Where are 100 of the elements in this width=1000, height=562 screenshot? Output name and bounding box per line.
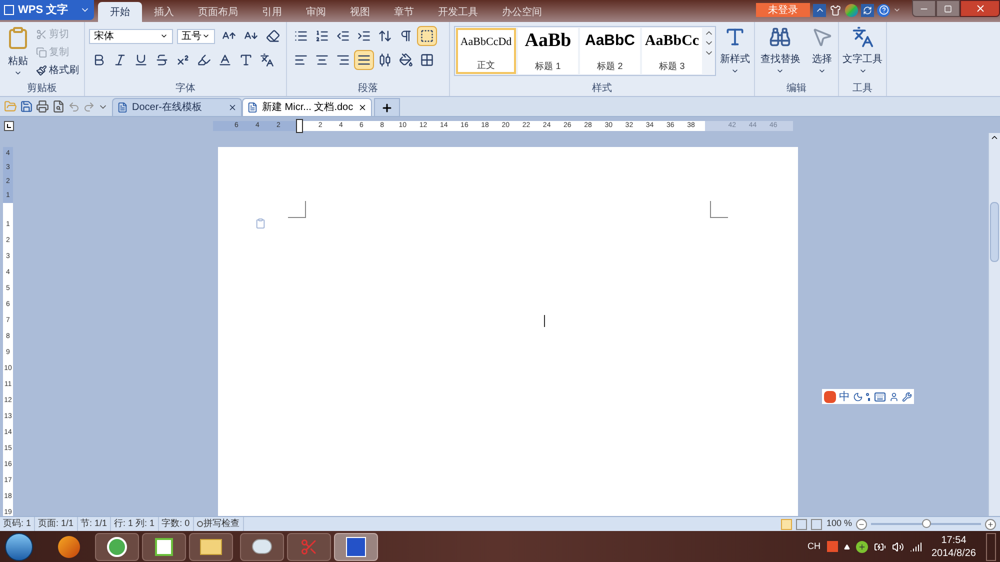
decrease-indent-icon bbox=[336, 29, 350, 43]
group-label: 工具 bbox=[852, 82, 872, 96]
close-icon bbox=[358, 103, 367, 112]
document-icon bbox=[117, 102, 128, 113]
zoom-out-icon[interactable] bbox=[856, 518, 867, 530]
web-view-icon[interactable] bbox=[811, 518, 822, 530]
bullet-list-icon bbox=[294, 29, 308, 43]
pilcrow-icon bbox=[399, 29, 413, 43]
ribbon-tab[interactable]: 页面布局 bbox=[186, 2, 250, 22]
keyboard-icon bbox=[874, 390, 886, 402]
text-tools-button[interactable]: 文字工具 bbox=[842, 26, 882, 75]
sort-icon bbox=[378, 29, 392, 43]
zoom-slider-thumb[interactable] bbox=[922, 519, 931, 528]
ribbon-tab[interactable]: 视图 bbox=[338, 2, 382, 22]
shirt-icon[interactable] bbox=[829, 4, 842, 16]
caret-icon bbox=[731, 67, 739, 75]
clock-date[interactable]: 2014/8/26 bbox=[932, 546, 976, 560]
zoom-percentage[interactable]: 100 % bbox=[826, 517, 852, 531]
plus-circle-tray-icon[interactable] bbox=[856, 540, 868, 552]
ribbon-tab[interactable]: 办公空间 bbox=[490, 2, 554, 22]
group-label: 剪贴板 bbox=[27, 82, 57, 96]
highlighter-icon bbox=[197, 53, 211, 67]
margin-corner-mark bbox=[288, 201, 306, 218]
new-tab-button[interactable] bbox=[374, 98, 400, 116]
document-tab[interactable]: Docer-在线模板 bbox=[112, 98, 242, 116]
font-name-field[interactable]: 宋体 bbox=[89, 28, 173, 44]
character-shading-icon bbox=[239, 53, 253, 67]
find-replace-button[interactable]: 查找替换 bbox=[760, 26, 800, 75]
outline-view-icon[interactable] bbox=[796, 518, 808, 530]
refresh-icon[interactable] bbox=[861, 4, 874, 16]
caret-icon bbox=[160, 32, 168, 40]
battery-icon[interactable] bbox=[874, 540, 886, 552]
ribbon-tab[interactable]: 引用 bbox=[250, 2, 294, 22]
ribbon-tab[interactable]: 开始 bbox=[98, 2, 142, 22]
align-button[interactable] bbox=[354, 50, 374, 70]
paste-button[interactable]: 粘贴 bbox=[0, 26, 36, 81]
speaker-icon[interactable] bbox=[892, 540, 904, 552]
style-item[interactable]: AaBbCc 标题 3 bbox=[642, 28, 702, 74]
help-icon[interactable] bbox=[877, 4, 890, 16]
ribbon-tab[interactable]: 章节 bbox=[382, 2, 426, 22]
align-icon bbox=[378, 53, 392, 67]
ime-toolbar[interactable]: 中 bbox=[822, 389, 914, 404]
collapse-icon[interactable] bbox=[813, 4, 826, 16]
show-desktop-button[interactable] bbox=[986, 532, 996, 560]
show-hidden-icons[interactable] bbox=[844, 544, 850, 550]
text-tools-icon bbox=[852, 26, 874, 48]
align-icon bbox=[294, 53, 308, 67]
tab-stop-icon[interactable] bbox=[4, 121, 14, 131]
group-label: 字体 bbox=[176, 82, 196, 96]
align-icon bbox=[336, 53, 350, 67]
zoom-in-icon[interactable] bbox=[985, 518, 996, 530]
show-marks-button[interactable] bbox=[417, 26, 437, 46]
caret-icon bbox=[14, 69, 22, 77]
caret-icon bbox=[202, 32, 210, 40]
caret-icon[interactable] bbox=[893, 6, 901, 14]
input-mode[interactable]: 中 bbox=[839, 390, 850, 402]
scroll-up-icon bbox=[990, 133, 999, 142]
font-size-field[interactable]: 五号 bbox=[176, 28, 216, 44]
vertical-scrollbar[interactable] bbox=[988, 133, 1000, 516]
close-button[interactable] bbox=[960, 0, 1000, 17]
start-button-icon[interactable] bbox=[5, 532, 33, 560]
folder-app-icon[interactable] bbox=[189, 532, 233, 560]
new-style-button[interactable]: 新样式 bbox=[720, 26, 750, 75]
group-label: 段落 bbox=[358, 82, 378, 96]
font-color-icon bbox=[218, 53, 232, 67]
moon-icon bbox=[853, 392, 863, 402]
clock-time[interactable]: 17:54 bbox=[941, 534, 966, 546]
paintbrush-icon bbox=[36, 64, 47, 76]
italic-icon bbox=[113, 53, 127, 67]
style-item[interactable]: AaBbCcDd 正文 bbox=[456, 28, 516, 74]
language-indicator[interactable]: CH bbox=[808, 540, 820, 554]
ribbon-tab[interactable]: 插入 bbox=[142, 2, 186, 22]
binoculars-icon bbox=[769, 26, 792, 48]
app-logo-icon bbox=[4, 5, 14, 15]
style-item[interactable]: AaBbC 标题 2 bbox=[580, 28, 640, 74]
close-icon bbox=[974, 3, 986, 14]
align-icon bbox=[315, 53, 329, 67]
punctuation-icon bbox=[866, 392, 871, 400]
ribbon-tab[interactable]: 开发工具 bbox=[426, 2, 490, 22]
caret-icon bbox=[776, 67, 784, 75]
indent-marker[interactable] bbox=[296, 119, 303, 133]
phonetic-icon bbox=[260, 53, 274, 67]
plus-icon bbox=[381, 102, 393, 114]
clipboard-action[interactable]: 格式刷 bbox=[36, 62, 79, 78]
style-item[interactable]: AaBb 标题 1 bbox=[518, 28, 578, 74]
select-button[interactable]: 选择 bbox=[810, 26, 833, 75]
app-menu-button[interactable]: WPS 文字 bbox=[0, 0, 94, 20]
restore-button[interactable] bbox=[936, 0, 960, 17]
align-icon bbox=[357, 53, 371, 67]
eraser-icon bbox=[266, 29, 280, 43]
ribbon-tab[interactable]: 审阅 bbox=[294, 2, 338, 22]
print-icon[interactable] bbox=[36, 100, 49, 113]
strikethrough-icon bbox=[155, 53, 169, 67]
show-marks-icon bbox=[420, 29, 434, 43]
save-icon[interactable] bbox=[20, 100, 33, 113]
print-preview-icon[interactable] bbox=[52, 100, 65, 113]
document-icon bbox=[247, 102, 258, 113]
scrollbar-thumb[interactable] bbox=[990, 202, 999, 262]
close-icon bbox=[228, 103, 237, 112]
document-tab[interactable]: 新建 Micr... 文档.doc bbox=[242, 98, 372, 116]
